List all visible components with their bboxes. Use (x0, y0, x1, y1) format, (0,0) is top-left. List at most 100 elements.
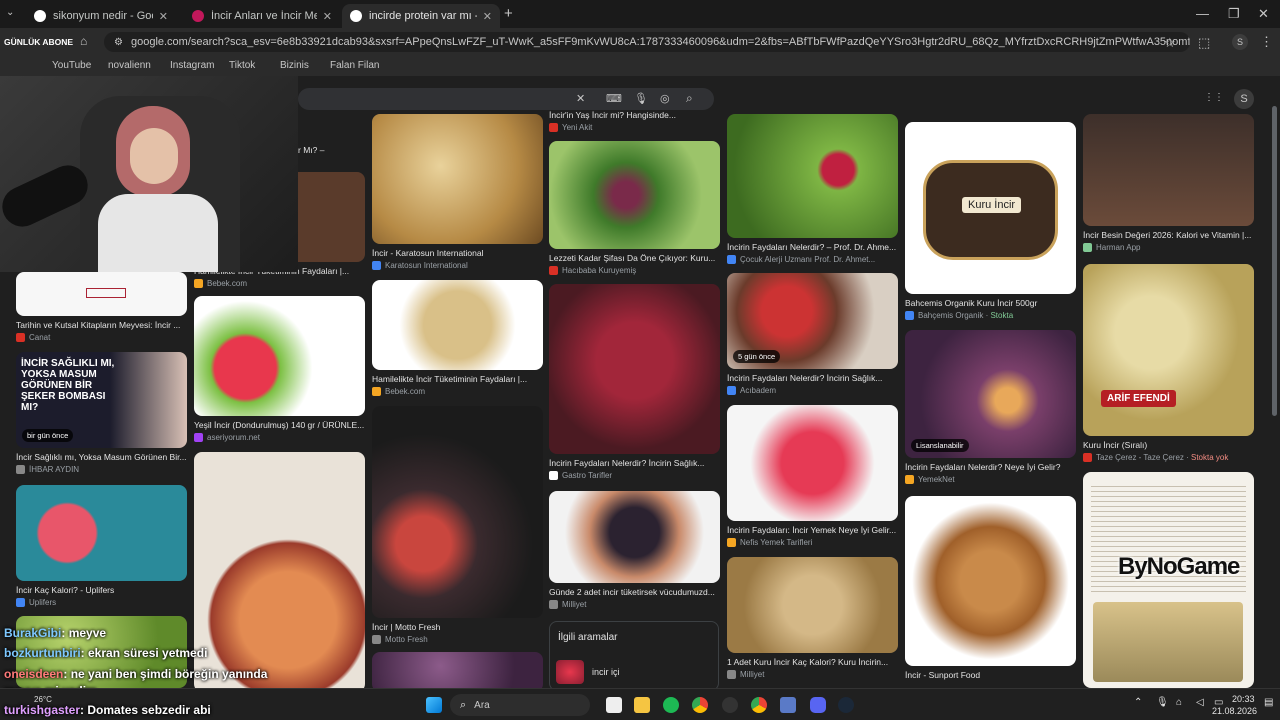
network-icon[interactable]: ⌂ (1176, 697, 1182, 708)
tab-list-icon[interactable]: ⌄ (6, 7, 14, 18)
taskbar-search-label: Ara (474, 699, 490, 711)
site-icon (192, 10, 204, 22)
stock-status: Stokta yok (1191, 453, 1229, 462)
mic-icon[interactable]: 🎙 (634, 92, 648, 105)
result-caption: Yeşil İncir (Dondurulmuş) 140 gr / ÜRÜNL… (194, 420, 365, 430)
related-item[interactable]: incir içi (556, 660, 620, 684)
tab-3[interactable]: incirde protein var mı - Google ✕ (342, 4, 500, 28)
chrome-active-icon[interactable] (751, 697, 767, 713)
result-caption: İncirin Faydaları Nelerdir? İncirin Sağl… (549, 458, 705, 468)
clock-date[interactable]: 21.08.2026 (1212, 706, 1257, 716)
result-source: Gastro Tarifler (549, 471, 720, 480)
chrome-icon[interactable] (692, 697, 708, 713)
home-icon[interactable]: ⌂ (80, 34, 87, 48)
image-result[interactable]: Tarihin ve Kutsal Kitapların Meyvesi: İn… (16, 272, 187, 342)
product-box (1093, 602, 1243, 682)
image-result[interactable]: İNCİR SAĞLIKLI MI, YOKSA MASUM GÖRÜNEN B… (16, 352, 187, 474)
result-source: Taze Çerez - Taze Çerez · Stokta yok (1083, 453, 1254, 462)
bookmark-youtube[interactable]: YouTube (52, 60, 91, 71)
mic-tray-icon[interactable]: 🎙 (1156, 697, 1169, 708)
clear-icon[interactable]: ✕ (576, 92, 585, 105)
bookmark-instagram[interactable]: Instagram (170, 60, 214, 71)
brand-label: ARİF EFENDİ (1101, 390, 1176, 407)
url-field[interactable]: ⚙ google.com/search?sca_esv=6e8b33921dca… (104, 32, 1190, 52)
close-icon[interactable]: ✕ (159, 10, 168, 23)
result-image (549, 141, 720, 249)
volume-icon[interactable]: ◁ (1196, 697, 1204, 708)
result-image: Lisanslanabilir (905, 330, 1076, 458)
steam-icon[interactable] (838, 697, 854, 713)
spotify-icon[interactable] (663, 697, 679, 713)
bookmark-folder[interactable]: Falan Filan (330, 60, 379, 71)
image-result[interactable]: Lisanslanabilir İncirin Faydaları Nelerd… (905, 330, 1076, 484)
keyboard-icon[interactable]: ⌨ (606, 92, 622, 105)
tab-2[interactable]: İncir Anları ve İncir Meyvelerin ✕ (184, 4, 340, 28)
image-result[interactable]: İncir - Sunport Food (905, 496, 1076, 680)
tab-1[interactable]: sikonyum nedir - Google'da Ar ✕ (26, 4, 176, 28)
image-result[interactable]: İncir Besin Değeri 2026: Kalori ve Vitam… (1083, 114, 1254, 252)
image-result[interactable]: İncirin Faydaları: İncir Yemek Neye İyi … (727, 405, 898, 547)
stock-status: Stokta (990, 311, 1014, 320)
image-result[interactable]: İncirin Faydaları Nelerdir? – Prof. Dr. … (727, 114, 898, 264)
search-icon[interactable]: ⌕ (686, 91, 693, 106)
image-result[interactable]: 5 gün önce İncirin Faydaları Nelerdir? İ… (727, 273, 898, 395)
start-icon[interactable] (426, 697, 442, 713)
tray-chevron-icon[interactable]: ⌃ (1134, 697, 1142, 708)
image-result[interactable]: İncir - Karatosun International Karatosu… (372, 114, 543, 270)
image-result[interactable]: İncir | Motto Fresh Motto Fresh (372, 406, 543, 644)
image-result[interactable]: İncirin Faydaları Nelerdir? İncirin Sağl… (549, 284, 720, 480)
discord-icon[interactable] (810, 697, 826, 713)
bookmark-tiktok[interactable]: Tiktok (229, 60, 255, 71)
apps-icon[interactable]: ⋮⋮ (1204, 92, 1224, 103)
image-result[interactable]: İncir Kaç Kalori? - Uplifers Uplifers (16, 485, 187, 607)
result-source: aseriyorum.net (194, 433, 365, 442)
task-view-icon[interactable] (606, 697, 622, 713)
image-result[interactable]: Yeşil İncir (Dondurulmuş) 140 gr / ÜRÜNL… (194, 296, 365, 442)
search-bar[interactable]: ✕ ⌨ 🎙 ◎ ⌕ (298, 88, 714, 110)
image-result[interactable]: Kuru İncir Bahcemis Organik Kuru İncir 5… (905, 122, 1076, 320)
image-result[interactable]: 1 Adet Kuru İncir Kaç Kalori? Kuru İncir… (727, 557, 898, 679)
bookmark-novalienn[interactable]: novalienn (108, 60, 151, 71)
minimize-icon[interactable]: — (1196, 6, 1209, 21)
webcam-overlay (0, 76, 298, 272)
result-image (16, 272, 187, 316)
new-tab-button[interactable]: + (504, 5, 513, 22)
close-icon[interactable]: ✕ (483, 10, 492, 23)
bookmark-star-icon[interactable]: ☆ (1164, 35, 1176, 51)
image-result[interactable]: İncir'in Yaş İncir mi? Hangisinde... Yen… (549, 110, 720, 132)
lens-icon[interactable]: ◎ (660, 92, 670, 105)
clock-time[interactable]: 20:33 (1232, 694, 1255, 704)
menu-icon[interactable]: ⋮ (1260, 34, 1273, 50)
result-image (549, 491, 720, 583)
image-result[interactable]: Günde 2 adet incir tüketirsek vücudumuzd… (549, 491, 720, 609)
image-result[interactable]: Lezzeti Kadar Şifası Da Öne Çıkıyor: Kur… (549, 141, 720, 275)
maximize-icon[interactable]: ❐ (1228, 6, 1240, 22)
tab-title: incirde protein var mı - Google (369, 10, 477, 22)
result-image (194, 296, 365, 416)
search-icon: ⌕ (460, 698, 467, 711)
chat-message: BurakGibi: meyve (4, 626, 107, 640)
account-avatar[interactable]: S (1234, 89, 1254, 109)
result-caption: İncirin Faydaları Nelerdir? – Prof. Dr. … (727, 242, 897, 252)
result-source: Uplifers (16, 598, 187, 607)
site-info-icon[interactable]: ⚙ (114, 37, 123, 48)
image-result[interactable]: ARİF EFENDİ Kuru İncir (Sıralı) Taze Çer… (1083, 264, 1254, 462)
image-result[interactable]: Hamilelikte İncir Tüketiminin Faydaları … (372, 280, 543, 396)
notification-icon[interactable]: ▤ (1264, 697, 1273, 708)
scrollbar[interactable] (1272, 106, 1277, 416)
profile-avatar[interactable]: S (1232, 34, 1248, 50)
image-result[interactable] (372, 652, 543, 688)
obs-icon[interactable] (722, 697, 738, 713)
bookmark-bizinis[interactable]: Bizinis (280, 60, 309, 71)
file-explorer-icon[interactable] (634, 697, 650, 713)
image-result[interactable] (194, 452, 365, 688)
overlay-tag: GÜNLÜK ABONE (4, 37, 74, 47)
close-icon[interactable]: ✕ (323, 10, 332, 23)
result-source: Çocuk Alerji Uzmanı Prof. Dr. Ahmet... (727, 255, 898, 264)
extensions-icon[interactable]: ⬚ (1198, 35, 1210, 51)
result-image (16, 485, 187, 581)
taskbar-search[interactable]: ⌕ Ara (450, 694, 590, 716)
result-source: Canat (16, 333, 187, 342)
close-window-icon[interactable]: ✕ (1258, 6, 1269, 22)
app-icon[interactable] (780, 697, 796, 713)
